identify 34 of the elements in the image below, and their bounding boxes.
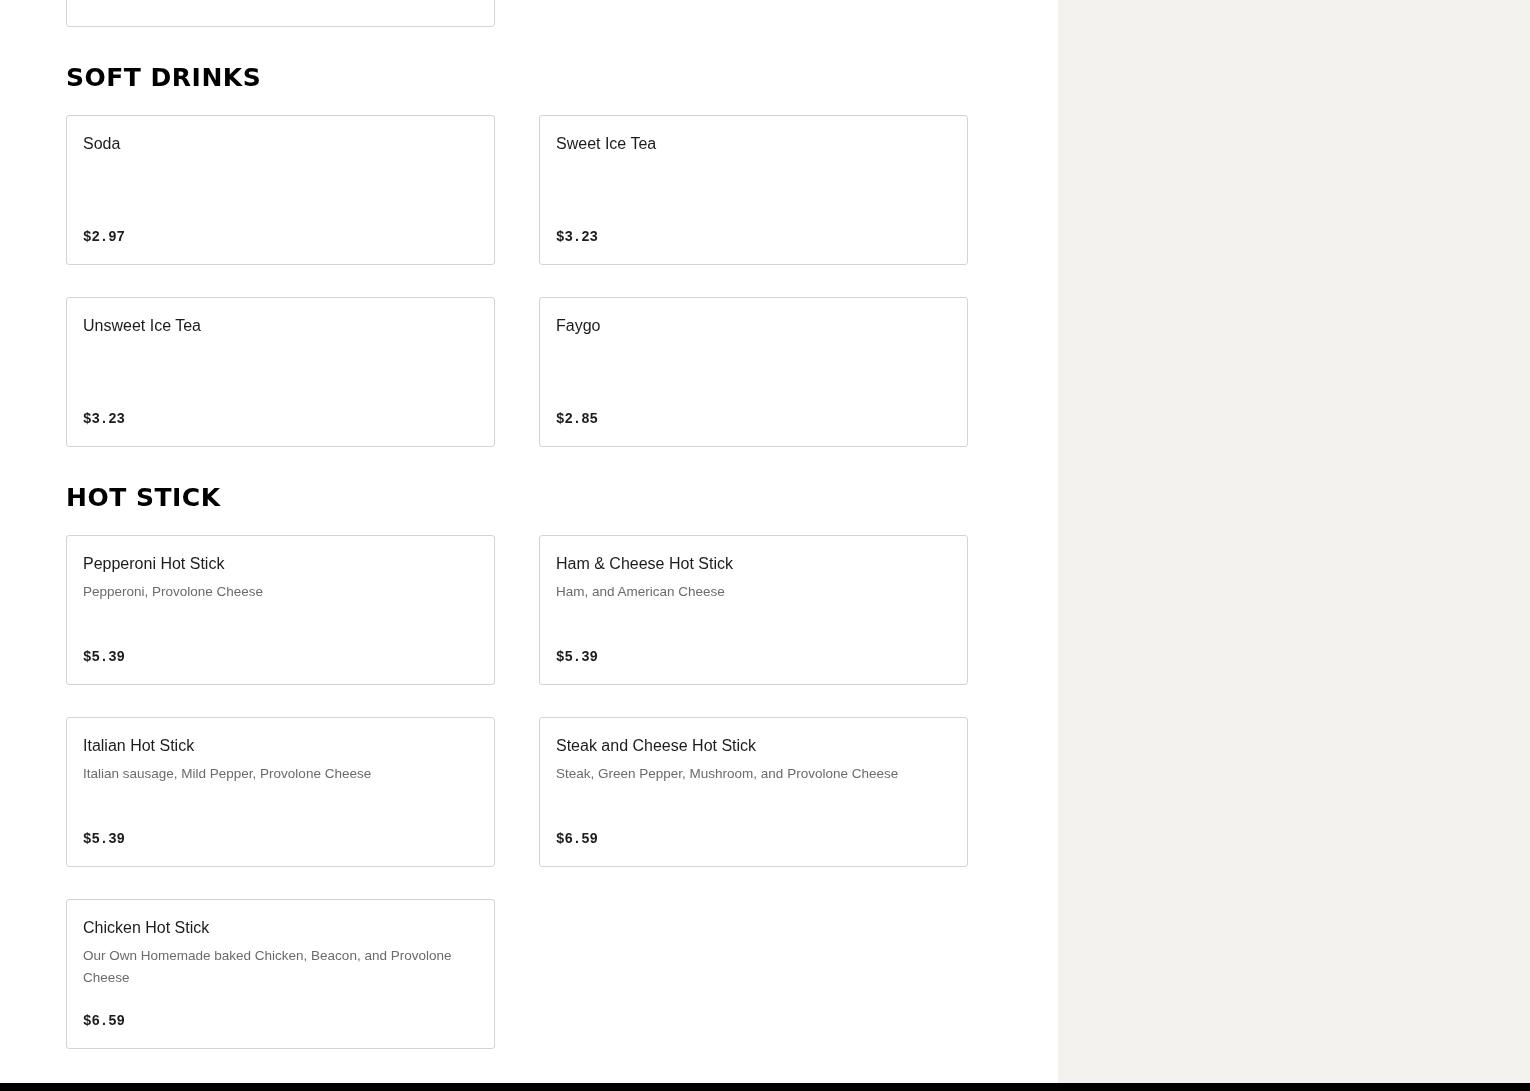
item-description: Italian sausage, Mild Pepper, Provolone Cheese	[83, 765, 373, 783]
item-name: Unsweet Ice Tea	[83, 316, 202, 336]
section-heading: HOT STICK	[66, 482, 222, 514]
item-price: $2.97	[83, 228, 126, 246]
item-price: $5.39	[556, 648, 599, 666]
item-name: Faygo	[556, 316, 602, 336]
menu-item-card[interactable]: Sweet Ice Tea $3.23	[539, 115, 968, 265]
item-description: Our Own Homemade baked Chicken, Beacon, and Provolone Cheese	[83, 947, 453, 987]
item-name: Soda	[83, 134, 122, 154]
item-name: Ham & Cheese Hot Stick	[556, 554, 734, 574]
menu-item-card[interactable]: Italian Hot Stick Italian sausage, Mild Pepper, Provolone Cheese $5.39	[66, 717, 495, 867]
item-price: $6.59	[556, 830, 599, 848]
item-name: Pepperoni Hot Stick	[83, 554, 226, 574]
item-name: Italian Hot Stick	[83, 736, 196, 756]
menu-item-card[interactable]: Steak and Cheese Hot Stick Steak, Green Pepper, Mushroom, and Provolone Cheese $6.59	[539, 717, 968, 867]
item-price: $5.39	[83, 830, 126, 848]
menu-item-card[interactable]: Ham & Cheese Hot Stick Ham, and American Cheese $5.39	[539, 535, 968, 685]
item-price: $2.85	[556, 410, 599, 428]
item-description: Steak, Green Pepper, Mushroom, and Provolone Cheese	[556, 765, 900, 783]
menu-item-card[interactable]: Soda $2.97	[66, 115, 495, 265]
item-price: $6.59	[83, 1012, 126, 1030]
menu-item-card[interactable]: Faygo $2.85	[539, 297, 968, 447]
item-price: $3.23	[556, 228, 599, 246]
menu-item-card[interactable]: Pepperoni Hot Stick Pepperoni, Provolone Cheese $5.39	[66, 535, 495, 685]
menu-item-card[interactable]: Chicken Hot Stick Our Own Homemade baked Chicken, Beacon, and Provolone Cheese $6.59	[66, 899, 495, 1049]
item-description: Pepperoni, Provolone Cheese	[83, 583, 265, 601]
item-name: Sweet Ice Tea	[556, 134, 658, 154]
item-price: $3.23	[83, 410, 126, 428]
item-price: $5.39	[83, 648, 126, 666]
section-heading: SOFT DRINKS	[66, 62, 263, 94]
item-name: Steak and Cheese Hot Stick	[556, 736, 758, 756]
menu-item-card[interactable]: Unsweet Ice Tea $3.23	[66, 297, 495, 447]
item-description: Ham, and American Cheese	[556, 583, 726, 601]
item-name: Chicken Hot Stick	[83, 918, 211, 938]
